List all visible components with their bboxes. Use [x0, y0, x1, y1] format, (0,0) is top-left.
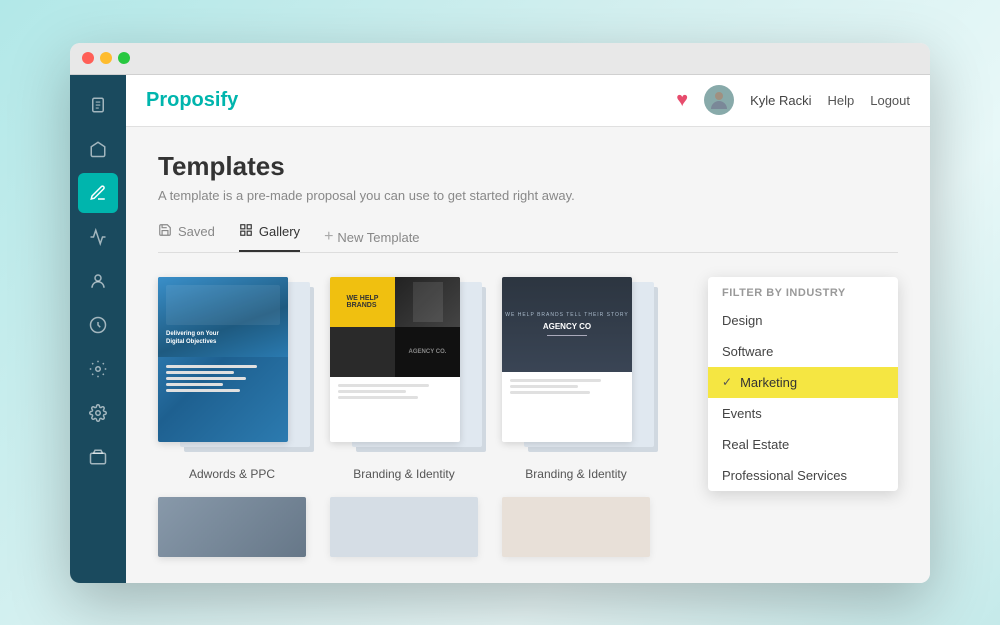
traffic-lights — [82, 52, 130, 64]
topbar: Proposify ♥ Kyle Racki Help Logout — [126, 75, 930, 127]
template-thumb-branding2: WE HELP BRANDS TELL THEIR STORY AGENCY C… — [502, 277, 650, 457]
maximize-button[interactable] — [118, 52, 130, 64]
filter-label-marketing: Marketing — [740, 375, 797, 390]
template-thumb-branding1: WE HELPBRANDS AGENCY CO. — [330, 277, 478, 457]
page-subtitle: A template is a pre-made proposal you ca… — [158, 188, 898, 203]
filter-item-professional-services[interactable]: Professional Services — [708, 460, 898, 491]
template-thumb-bottom-1[interactable] — [158, 497, 306, 557]
sidebar-item-settings[interactable] — [78, 393, 118, 433]
filter-header: FILTER BY INDUSTRY — [708, 277, 898, 305]
templates-row-1: Delivering on YourDigital Objectives — [158, 277, 684, 481]
template-label-branding2: Branding & Identity — [525, 467, 626, 481]
minimize-button[interactable] — [100, 52, 112, 64]
logo: Proposify — [146, 89, 238, 112]
templates-grid: Delivering on YourDigital Objectives — [158, 277, 684, 557]
close-button[interactable] — [82, 52, 94, 64]
template-thumb-bottom-3[interactable] — [502, 497, 650, 557]
tab-saved[interactable]: Saved — [158, 223, 215, 252]
content-area: Delivering on YourDigital Objectives — [158, 277, 898, 557]
sidebar-item-inbox[interactable] — [78, 129, 118, 169]
tab-gallery[interactable]: Gallery — [239, 223, 300, 252]
sidebar-item-templates[interactable] — [78, 173, 118, 213]
help-link[interactable]: Help — [827, 93, 854, 108]
page-content: Templates A template is a pre-made propo… — [126, 127, 930, 583]
page-title: Templates — [158, 151, 898, 182]
template-card-branding1[interactable]: WE HELPBRANDS AGENCY CO. — [330, 277, 478, 481]
template-preview-adwords: Delivering on YourDigital Objectives — [158, 277, 288, 442]
user-name: Kyle Racki — [750, 93, 811, 108]
template-label-branding1: Branding & Identity — [353, 467, 454, 481]
sidebar-item-documents[interactable] — [78, 85, 118, 125]
check-icon: ✓ — [722, 375, 732, 389]
new-template-button[interactable]: + New Template — [324, 228, 419, 246]
sidebar-item-insights[interactable] — [78, 305, 118, 345]
template-thumb-bottom-2[interactable] — [330, 497, 478, 557]
plus-icon: + — [324, 228, 333, 246]
saved-icon — [158, 223, 172, 240]
filter-label-events: Events — [722, 406, 762, 421]
filter-item-software[interactable]: Software — [708, 336, 898, 367]
app-body: Proposify ♥ Kyle Racki Help Logout Templ… — [70, 75, 930, 583]
favorites-icon[interactable]: ♥ — [676, 89, 688, 112]
sidebar-item-contacts[interactable] — [78, 261, 118, 301]
templates-row-2 — [158, 497, 684, 557]
template-card-branding2[interactable]: WE HELP BRANDS TELL THEIR STORY AGENCY C… — [502, 277, 650, 481]
sidebar-item-profile[interactable] — [78, 437, 118, 477]
filter-label-real-estate: Real Estate — [722, 437, 789, 452]
app-window: Proposify ♥ Kyle Racki Help Logout Templ… — [70, 43, 930, 583]
template-preview-branding2: WE HELP BRANDS TELL THEIR STORY AGENCY C… — [502, 277, 632, 442]
topbar-right: ♥ Kyle Racki Help Logout — [676, 85, 910, 115]
filter-item-design[interactable]: Design — [708, 305, 898, 336]
template-preview-branding1: WE HELPBRANDS AGENCY CO. — [330, 277, 460, 442]
template-thumb-adwords: Delivering on YourDigital Objectives — [158, 277, 306, 457]
filter-label-design: Design — [722, 313, 762, 328]
filter-label-software: Software — [722, 344, 773, 359]
sidebar-item-ideas[interactable] — [78, 349, 118, 389]
gallery-icon — [239, 223, 253, 240]
tab-bar: Saved Gallery + New Template — [158, 223, 898, 253]
titlebar — [70, 43, 930, 75]
filter-item-real-estate[interactable]: Real Estate — [708, 429, 898, 460]
sidebar-item-activity[interactable] — [78, 217, 118, 257]
template-label-adwords: Adwords & PPC — [189, 467, 275, 481]
logout-link[interactable]: Logout — [870, 93, 910, 108]
filter-label-professional-services: Professional Services — [722, 468, 847, 483]
sidebar — [70, 75, 126, 583]
filter-item-marketing[interactable]: ✓ Marketing — [708, 367, 898, 398]
main-content: Proposify ♥ Kyle Racki Help Logout Templ… — [126, 75, 930, 583]
filter-item-events[interactable]: Events — [708, 398, 898, 429]
filter-panel: FILTER BY INDUSTRY Design Software ✓ Mar… — [708, 277, 898, 491]
avatar — [704, 85, 734, 115]
template-card-adwords[interactable]: Delivering on YourDigital Objectives — [158, 277, 306, 481]
